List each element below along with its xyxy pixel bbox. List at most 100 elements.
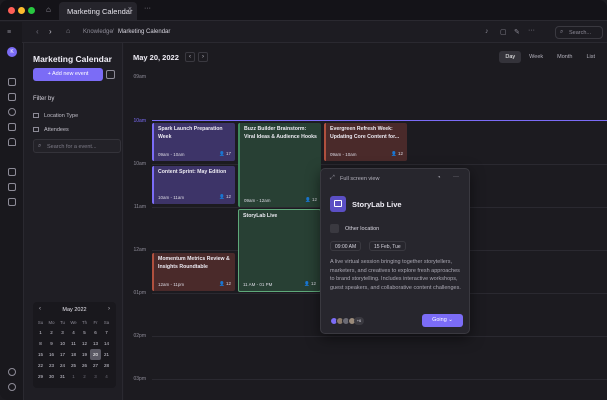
calendar-day[interactable]: 30 xyxy=(46,371,57,382)
calendar-day[interactable]: 14 xyxy=(101,338,112,349)
calendar-day[interactable]: 17 xyxy=(57,349,68,360)
search-box[interactable]: ⌕ Search... xyxy=(555,26,603,39)
calendar-day[interactable]: 6 xyxy=(90,327,101,338)
inbox-icon[interactable] xyxy=(8,78,16,86)
calendar-day[interactable]: 26 xyxy=(79,360,90,371)
calendar-day[interactable]: 2 xyxy=(46,327,57,338)
calendar-day[interactable]: 29 xyxy=(35,371,46,382)
title-bar: ⌂ Marketing Calendar × ··· xyxy=(0,0,607,21)
calendar-day[interactable]: 19 xyxy=(79,349,90,360)
calendar-day[interactable]: 24 xyxy=(57,360,68,371)
calendar-day[interactable]: 21 xyxy=(101,349,112,360)
close-window-button[interactable] xyxy=(8,7,15,14)
date-chip[interactable]: 15 Feb, Tue xyxy=(369,241,406,251)
calendar-day[interactable]: 31 xyxy=(57,371,68,382)
calendar-day[interactable]: 18 xyxy=(68,349,79,360)
view-day-button[interactable]: Day xyxy=(499,51,522,63)
now-label: 10am xyxy=(133,118,146,124)
fullscreen-icon[interactable]: ⤢ xyxy=(330,175,335,182)
event-card[interactable]: Content Sprint: May Edition 10am - 11am … xyxy=(152,166,235,204)
pen-icon[interactable]: ✎ xyxy=(514,28,520,36)
collapse-icon[interactable]: ≡ xyxy=(7,29,11,36)
share-icon[interactable] xyxy=(8,198,16,206)
filter-attendees[interactable]: Attendees xyxy=(33,127,69,133)
breadcrumb-item[interactable]: Knowledge xyxy=(83,29,113,35)
calendar-day[interactable]: 8 xyxy=(35,338,46,349)
close-tab-icon[interactable]: × xyxy=(128,6,132,13)
event-title: Evergreen Refresh Week: Updating Core Co… xyxy=(330,126,400,140)
calendar-day[interactable]: 3 xyxy=(90,371,101,382)
calendar-day[interactable]: 16 xyxy=(46,349,57,360)
calendar-day[interactable]: 5 xyxy=(79,327,90,338)
breadcrumb-current[interactable]: Marketing Calendar xyxy=(118,29,170,35)
event-card[interactable]: Evergreen Refresh Week: Updating Core Co… xyxy=(324,123,407,161)
bell-icon[interactable]: ◔ xyxy=(437,175,441,181)
popup-location: Other location xyxy=(345,226,380,232)
more-icon[interactable]: ··· xyxy=(453,174,459,180)
calendar-day[interactable]: 10 xyxy=(57,338,68,349)
fullscreen-link[interactable]: Full screen view xyxy=(340,176,379,182)
avatar[interactable]: K xyxy=(7,47,17,57)
view-month-button[interactable]: Month xyxy=(551,51,578,63)
mini-calendar: ‹ May 2022 › Su Mo Tu We Th Fr Sa 1 2 3 4 5 6 7 8 9 10 1… xyxy=(33,302,116,388)
event-card[interactable]: Spark Launch Preparation Week 09am - 10a… xyxy=(152,123,235,161)
search-icon: ⌕ xyxy=(38,143,42,149)
maximize-window-button[interactable] xyxy=(28,7,35,14)
calendar-toggle-icon[interactable] xyxy=(106,70,115,79)
event-card[interactable]: Buzz Builder Brainstorm: Viral Ideas & A… xyxy=(238,123,321,207)
calendar-day[interactable]: 4 xyxy=(68,327,79,338)
attendee-avatars[interactable]: +6 xyxy=(330,317,364,325)
going-label: Going xyxy=(432,317,447,323)
mic-icon[interactable]: ♪ xyxy=(485,28,489,35)
help-icon[interactable] xyxy=(8,383,16,391)
minimize-window-button[interactable] xyxy=(18,7,25,14)
calendar-day[interactable]: 15 xyxy=(35,349,46,360)
next-day-button[interactable]: › xyxy=(198,52,208,62)
event-card-selected[interactable]: StoryLab Live 11 AM - 01 PM 👤 12 xyxy=(238,209,321,292)
prev-day-button[interactable]: ‹ xyxy=(185,52,195,62)
database-icon[interactable] xyxy=(8,183,16,191)
add-event-button[interactable]: + Add new event xyxy=(33,68,103,81)
time-chip[interactable]: 09:00 AM xyxy=(330,241,362,251)
calendar-day[interactable]: 12 xyxy=(79,338,90,349)
event-search-input[interactable]: ⌕ Search for a event... xyxy=(33,139,121,153)
calendar-day[interactable]: 27 xyxy=(90,360,101,371)
going-button[interactable]: Going ⌄ xyxy=(422,314,463,327)
filter-location-type[interactable]: Location Type xyxy=(33,113,78,119)
search-placeholder: Search for a event... xyxy=(47,144,97,150)
next-month-icon[interactable]: › xyxy=(108,306,110,312)
calendar-day[interactable]: 4 xyxy=(101,371,112,382)
toolbar: ‹ › ⌂ Knowledge / Marketing Calendar ♪ ▢… xyxy=(22,22,607,43)
more-icon[interactable]: ··· xyxy=(144,5,151,12)
calendar-day[interactable]: 28 xyxy=(101,360,112,371)
calendar-day[interactable]: 1 xyxy=(68,371,79,382)
tab-marketing-calendar[interactable]: Marketing Calendar × xyxy=(59,2,137,20)
calendar-day[interactable]: 23 xyxy=(46,360,57,371)
document-icon[interactable] xyxy=(8,168,16,176)
home-icon[interactable]: ⌂ xyxy=(46,5,51,14)
calendar-day[interactable]: 7 xyxy=(101,327,112,338)
more-icon[interactable]: ··· xyxy=(528,27,535,34)
bell-icon[interactable] xyxy=(8,138,16,146)
home-icon[interactable]: ⌂ xyxy=(66,28,70,35)
chat-icon[interactable] xyxy=(8,123,16,131)
calendar-day[interactable]: 13 xyxy=(90,338,101,349)
calendar-day[interactable]: 2 xyxy=(79,371,90,382)
gear-icon[interactable] xyxy=(8,368,16,376)
calendar-day[interactable]: 9 xyxy=(46,338,57,349)
forward-icon[interactable]: › xyxy=(49,27,52,36)
calendar-day[interactable]: 3 xyxy=(57,327,68,338)
view-list-button[interactable]: List xyxy=(580,51,601,63)
calendar-day[interactable]: 25 xyxy=(68,360,79,371)
grid-icon[interactable] xyxy=(8,93,16,101)
view-week-button[interactable]: Week xyxy=(523,51,549,63)
calendar-day[interactable]: 20 xyxy=(90,349,101,360)
back-icon[interactable]: ‹ xyxy=(36,27,39,36)
event-card[interactable]: Momentum Metrics Review & Insights Round… xyxy=(152,253,235,291)
comment-icon[interactable]: ▢ xyxy=(500,28,507,36)
calendar-day[interactable]: 1 xyxy=(35,327,46,338)
popup-title: StoryLab Live xyxy=(352,200,402,209)
calendar-day[interactable]: 22 xyxy=(35,360,46,371)
calendar-day[interactable]: 11 xyxy=(68,338,79,349)
lock-icon[interactable] xyxy=(8,108,16,116)
